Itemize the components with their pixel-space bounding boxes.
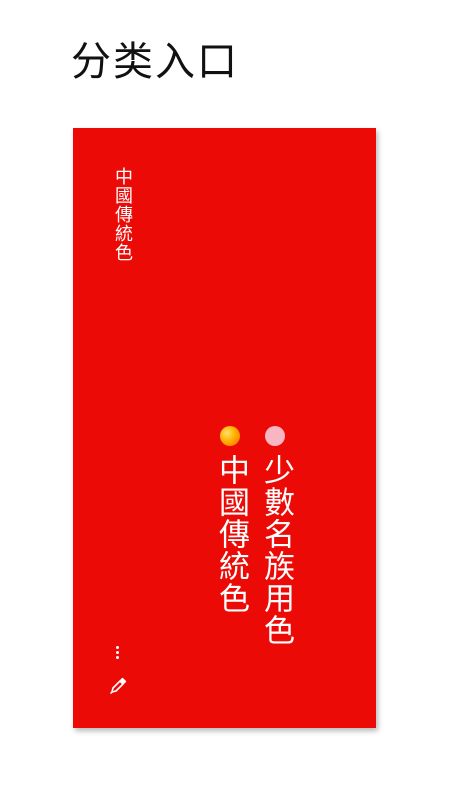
pink-dot-icon (265, 426, 285, 446)
card-label: 中國傳統色 (112, 167, 133, 262)
entry-label-minority: 少數名族用色 (258, 454, 294, 646)
category-card[interactable]: 中國傳統色 少數名族用色 中國傳統色 (73, 128, 376, 728)
entry-label-chinese: 中國傳統色 (213, 454, 249, 614)
page: 分类入口 中國傳統色 少數名族用色 中國傳統色 (0, 0, 450, 800)
more-vertical-icon[interactable] (113, 646, 121, 662)
eyedropper-icon[interactable] (109, 677, 127, 695)
orange-dot-icon (220, 426, 240, 446)
page-title: 分类入口 (71, 39, 239, 85)
